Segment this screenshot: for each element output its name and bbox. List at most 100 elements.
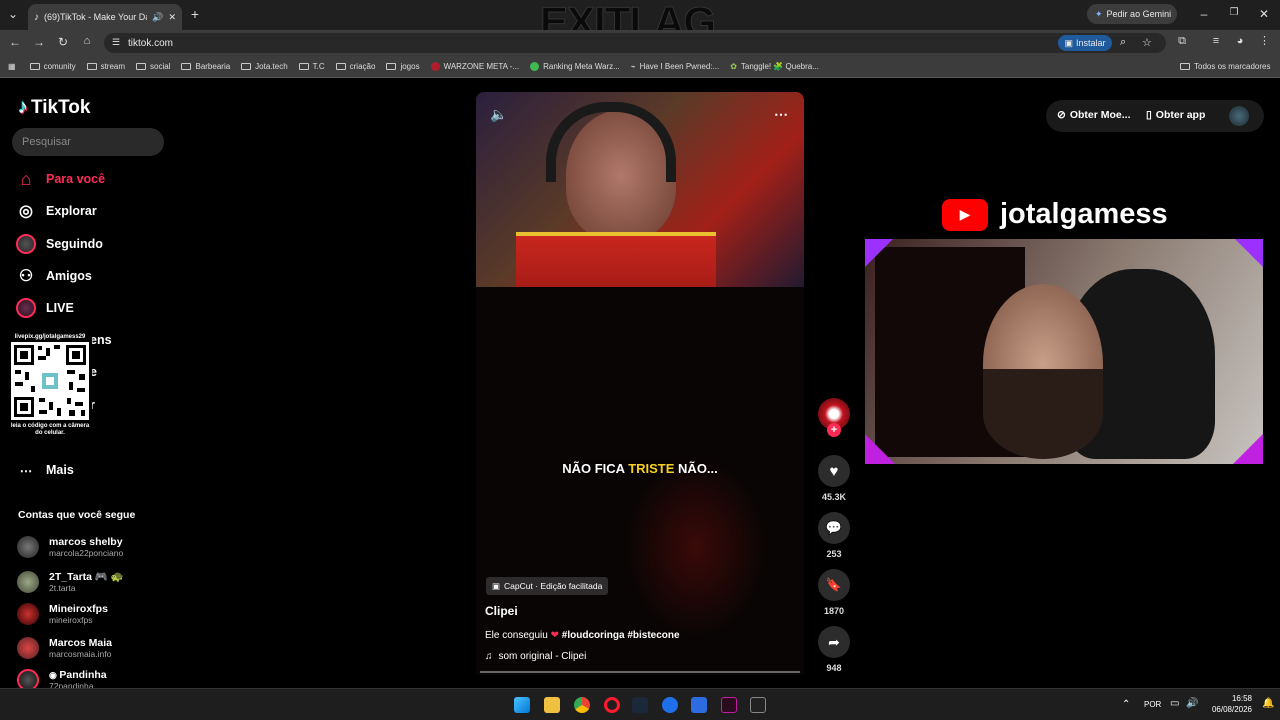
window-close-icon[interactable]: ✕	[1258, 8, 1270, 20]
qr-caption: leia o código com a câmera do celular.	[10, 423, 90, 436]
search-placeholder: Pesquisar	[22, 136, 71, 148]
forward-icon[interactable]: →	[33, 36, 45, 48]
like-button[interactable]: ♥ 45.3K	[818, 455, 850, 502]
followed-account[interactable]: 2T_Tarta 🎮 🐢 2t.tarta	[17, 570, 124, 593]
more-options-icon[interactable]: ⋯	[774, 106, 788, 123]
steam-icon[interactable]	[632, 697, 648, 713]
bookmark-jotatech[interactable]: Jota.tech	[241, 62, 288, 71]
address-bar[interactable]: ☰ tiktok.com ▣ Instalar ⌕ ☆	[104, 33, 1166, 53]
zoom-icon[interactable]: ⌕	[1120, 36, 1126, 49]
nav-friends[interactable]: ⚇ Amigos	[16, 266, 92, 286]
volume-tray-icon[interactable]: 🔊	[1186, 698, 1198, 709]
get-coins-button[interactable]: ⊘ Obter Moe...	[1057, 109, 1131, 121]
nav-following[interactable]: Seguindo	[16, 234, 103, 254]
video-webcam-overlay[interactable]: 🔈 ⋯	[476, 92, 804, 287]
logo-text: TikTok	[31, 96, 91, 118]
language-indicator[interactable]: POR	[1144, 700, 1161, 709]
nav-live[interactable]: LIVE	[16, 298, 74, 318]
bookmark-social[interactable]: social	[136, 62, 170, 71]
video-hashtags[interactable]: #loudcoringa #bistecone	[562, 630, 680, 641]
followed-account[interactable]: marcos shelby marcola22ponciano	[17, 536, 123, 558]
profile-avatar[interactable]	[1229, 106, 1249, 126]
url-text: tiktok.com	[128, 37, 174, 49]
followed-account[interactable]: Marcos Maia marcosmaia.info	[17, 637, 112, 659]
bookmark-criacao[interactable]: criação	[335, 62, 375, 71]
capcut-badge[interactable]: ▣ CapCut · Edição facilitada	[486, 577, 609, 595]
epic-games-icon[interactable]	[750, 697, 766, 713]
qr-code	[11, 342, 89, 420]
avatar	[17, 570, 39, 593]
menu-dots-icon[interactable]: ⋮	[1259, 36, 1270, 47]
folder-icon	[181, 63, 192, 70]
video-player[interactable]: NÃO FICA TRISTE NÃO... ▣ CapCut · Edição…	[476, 287, 804, 675]
bookmark-tanggle[interactable]: ✿ Tanggle! 🧩 Quebra...	[730, 62, 819, 71]
chrome-icon[interactable]	[574, 697, 590, 713]
bookmark-ranking-meta[interactable]: Ranking Meta Warz...	[530, 62, 620, 71]
tab-close-icon[interactable]: ✕	[168, 12, 176, 23]
home-icon[interactable]: ⌂	[81, 36, 93, 47]
clock[interactable]: 16:58 06/08/2026	[1206, 693, 1252, 715]
install-button[interactable]: ▣ Instalar	[1058, 35, 1112, 51]
coin-icon: ⊘	[1057, 109, 1066, 121]
share-button[interactable]: ➦ 948	[818, 626, 850, 673]
phone-icon: ▯	[1146, 109, 1152, 121]
bookmark-haveibeenpwned[interactable]: ⌁ Have I Been Pwned:...	[631, 62, 719, 71]
restore-icon[interactable]: ❐	[1228, 8, 1240, 18]
bookmark-comunity[interactable]: comunity	[29, 62, 76, 71]
folder-icon	[298, 63, 309, 70]
tiktok-note-icon: ♪	[18, 96, 28, 118]
start-icon[interactable]	[514, 697, 530, 713]
bookmark-star-icon[interactable]: ☆	[1142, 36, 1152, 49]
exitlag-icon[interactable]	[721, 697, 737, 713]
site-info-icon[interactable]: ☰	[112, 37, 120, 48]
followed-account[interactable]: Mineiroxfps mineiroxfps	[17, 603, 108, 625]
file-explorer-icon[interactable]	[544, 697, 560, 713]
volume-icon[interactable]: 🔈	[490, 106, 507, 123]
save-button[interactable]: 🔖 1870	[818, 569, 850, 616]
battlenet-icon[interactable]	[662, 697, 678, 713]
comment-button[interactable]: 💬 253	[818, 512, 850, 559]
video-sound[interactable]: ♫ som original - Clipei	[485, 651, 586, 662]
bookmark-stream[interactable]: stream	[86, 62, 125, 71]
headset	[546, 102, 676, 182]
bookmark-jogos[interactable]: jogos	[386, 62, 420, 71]
follow-plus-icon[interactable]: +	[827, 423, 841, 437]
reload-icon[interactable]: ↻	[57, 36, 69, 48]
back-icon[interactable]: ←	[9, 36, 21, 48]
browser-tab[interactable]: ♪ (69)TikTok - Make Your Day 🔊 ✕	[28, 4, 182, 30]
video-author[interactable]: Clipei	[485, 604, 518, 618]
nav-for-you[interactable]: ⌂ Para você	[16, 169, 106, 189]
nav-more[interactable]: ⋯ Mais	[16, 460, 74, 480]
youtube-icon: ▶	[942, 198, 988, 231]
folder-icon	[335, 63, 346, 70]
music-note-icon: ♫	[485, 651, 493, 662]
bookmark-barbearia[interactable]: Barbearia	[181, 62, 230, 71]
tab-groups-icon[interactable]: ≡	[1210, 36, 1222, 47]
new-tab-icon[interactable]: +	[188, 7, 202, 21]
bookmark-warzone-meta[interactable]: WARZONE META -...	[430, 62, 519, 71]
search-input[interactable]: Pesquisar	[12, 128, 164, 156]
bookmark-tc[interactable]: T.C	[298, 62, 325, 71]
speaker-icon[interactable]: 🔊	[152, 12, 163, 23]
progress-track[interactable]	[480, 671, 800, 673]
tab-strip: ⌄ ♪ (69)TikTok - Make Your Day 🔊 ✕ + EXI…	[0, 0, 1280, 44]
minimize-icon[interactable]: –	[1198, 8, 1210, 20]
tab-search-icon[interactable]: ⌄	[6, 8, 20, 20]
gemini-label: Pedir ao Gemini	[1106, 9, 1172, 19]
opera-icon[interactable]	[604, 697, 620, 713]
tray-chevron-icon[interactable]: ⌃	[1122, 699, 1130, 710]
app-icon[interactable]	[691, 697, 707, 713]
get-app-button[interactable]: ▯ Obter app	[1146, 109, 1205, 121]
extensions-icon[interactable]: ⧉	[1176, 36, 1188, 47]
creator-avatar[interactable]: +	[818, 398, 850, 437]
gemini-icon: ✦	[1095, 8, 1103, 19]
network-icon[interactable]: ▭	[1170, 698, 1179, 709]
profile-icon[interactable]: ◕	[1234, 36, 1246, 47]
notification-icon[interactable]: 🔔	[1262, 698, 1274, 709]
tiktok-logo[interactable]: ♪ TikTok	[18, 96, 90, 119]
gemini-button[interactable]: ✦ Pedir ao Gemini	[1087, 4, 1177, 24]
apps-icon[interactable]: ▦	[8, 62, 16, 71]
all-bookmarks[interactable]: Todos os marcadores	[1180, 62, 1270, 71]
heart-icon: ♥	[818, 455, 850, 487]
nav-explore[interactable]: ◎ Explorar	[16, 201, 97, 221]
